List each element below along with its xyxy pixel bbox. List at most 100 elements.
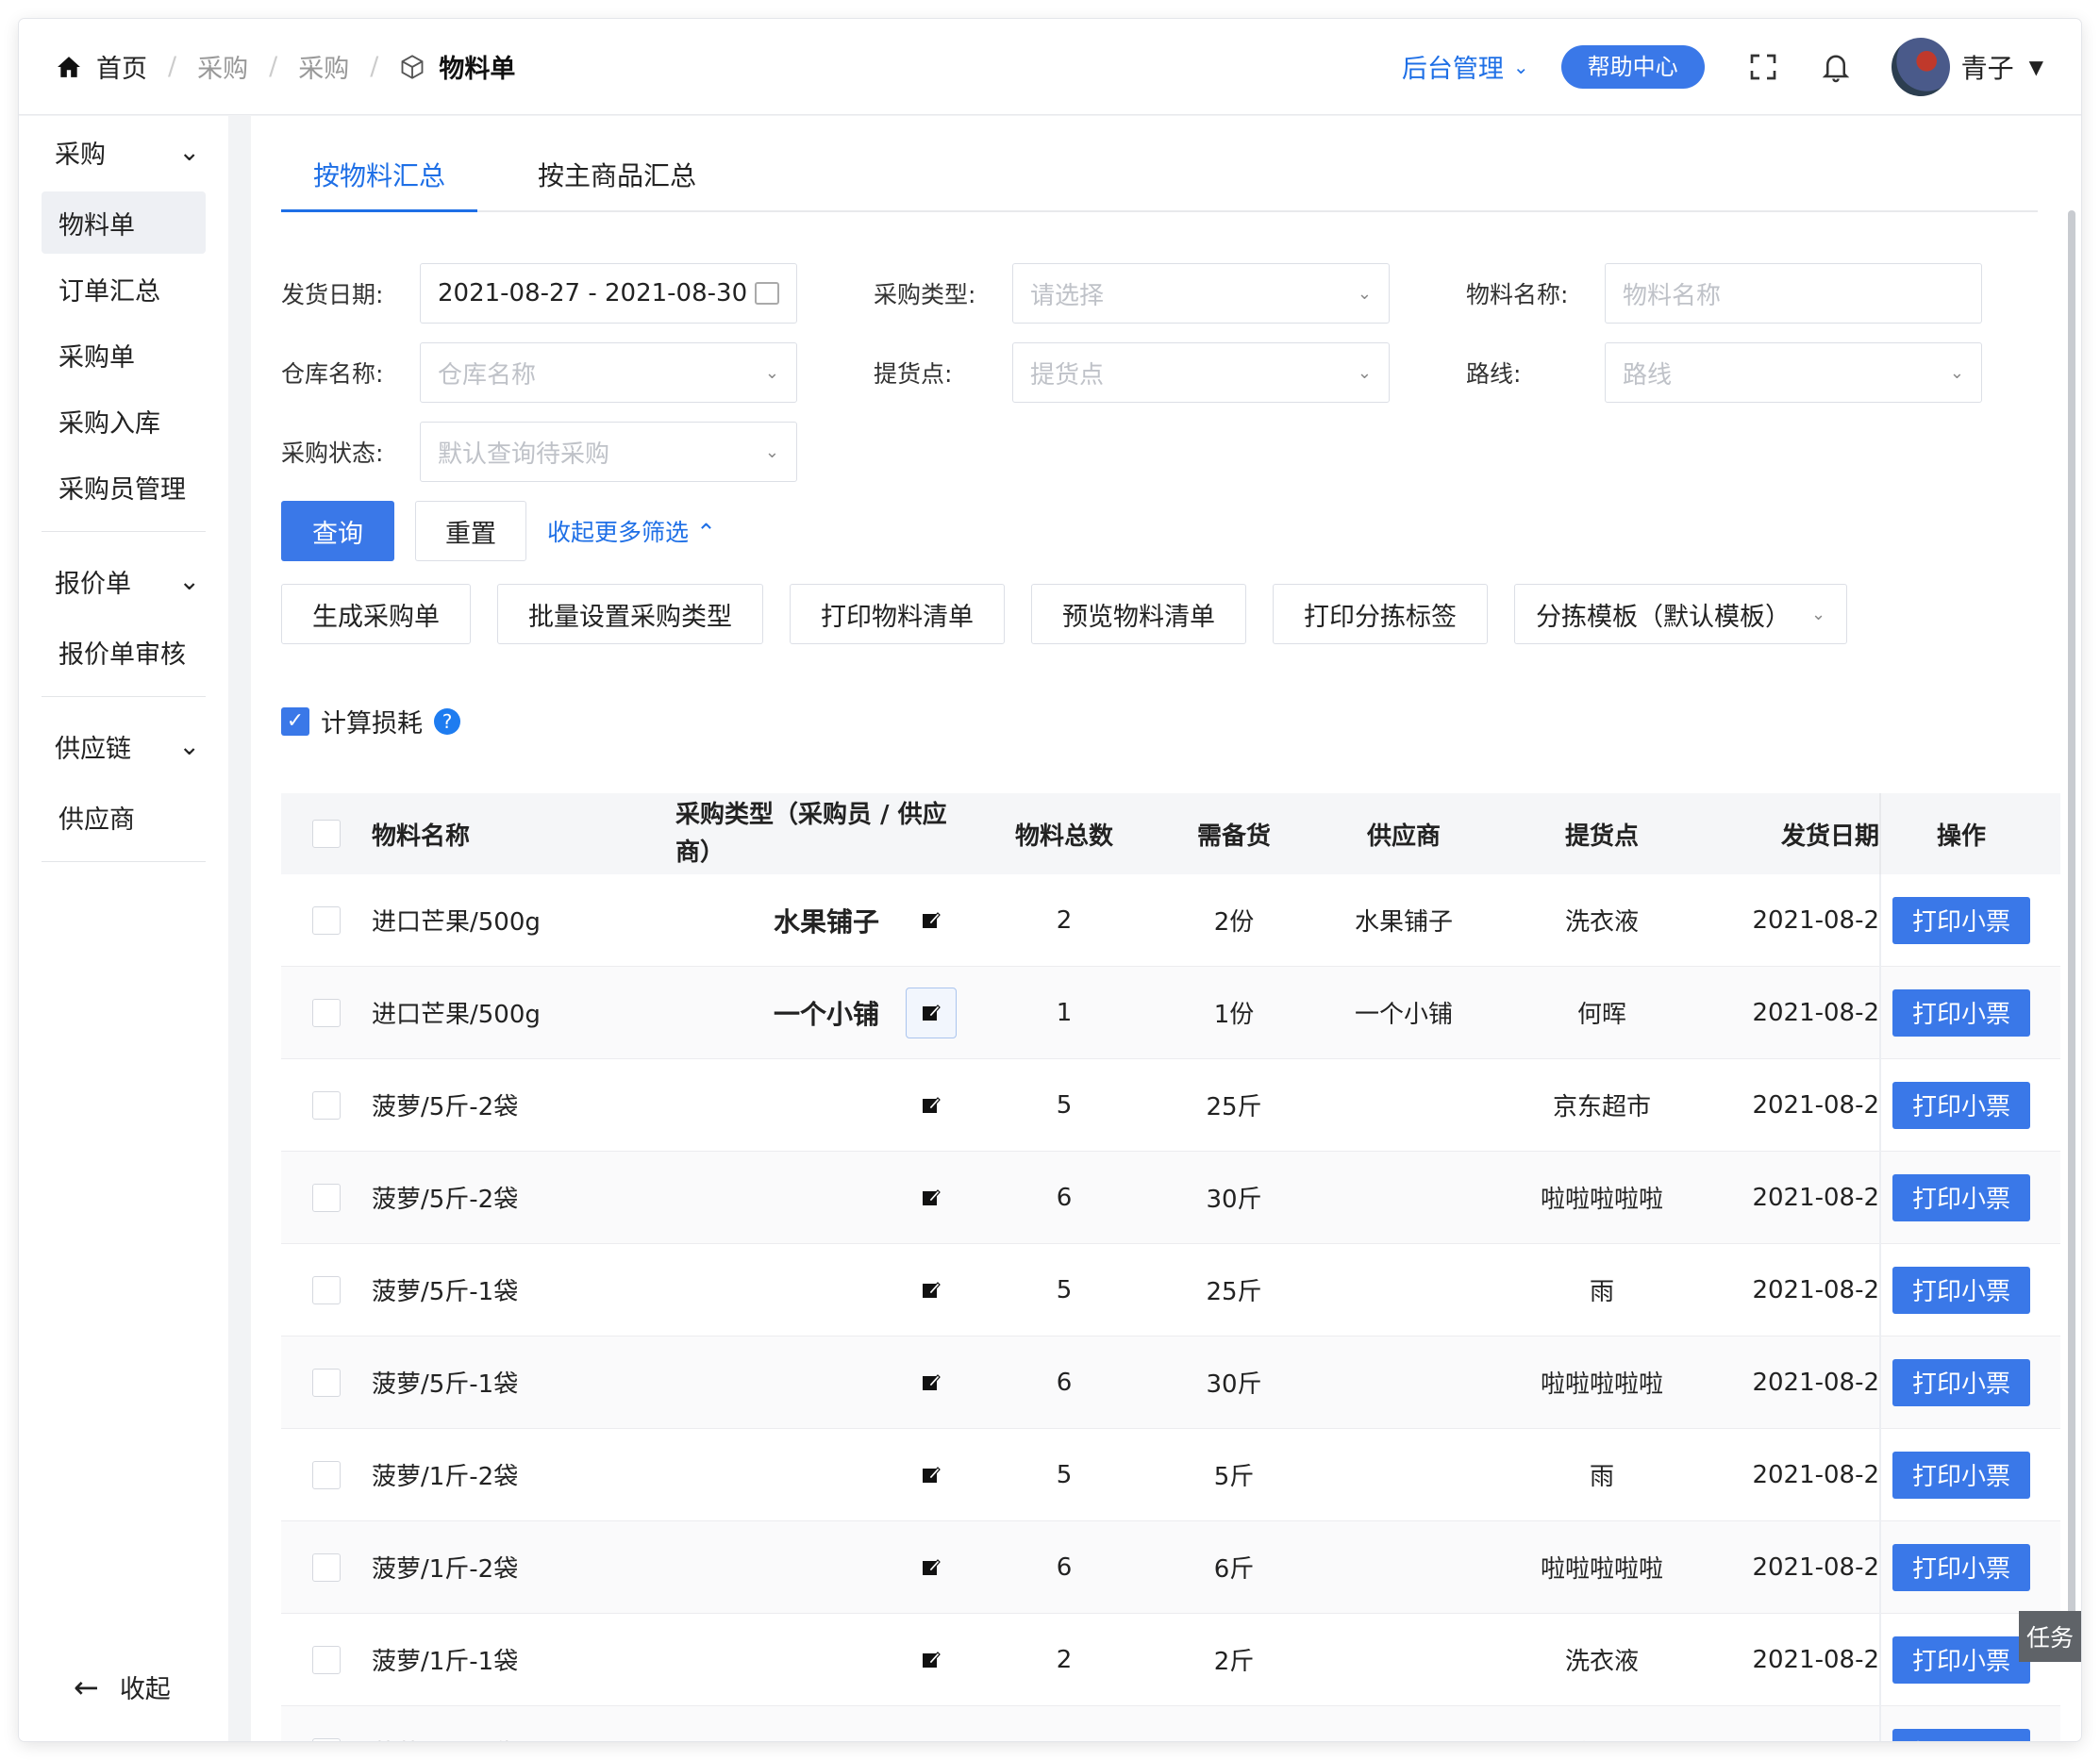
username[interactable]: 青子 [1961, 48, 2014, 86]
row-checkbox[interactable] [312, 1460, 341, 1489]
cell-pickup: 雨 [1589, 1463, 1614, 1491]
print-receipt-button[interactable]: 打印小票 [1892, 1358, 2030, 1406]
edit-icon [923, 1004, 941, 1021]
purchase-type-select[interactable]: 请选择 ⌄ [1012, 263, 1390, 324]
print-receipt-button[interactable]: 打印小票 [1892, 988, 2030, 1037]
row-checkbox[interactable] [312, 1645, 341, 1674]
generate-purchase-order-button[interactable]: 生成采购单 [281, 584, 471, 644]
cell-pickup: 京东超市 [1552, 1093, 1651, 1121]
fullscreen-icon[interactable] [1748, 52, 1778, 82]
vertical-scrollbar[interactable] [2068, 210, 2075, 1625]
row-checkbox[interactable] [312, 998, 341, 1027]
print-receipt-button[interactable]: 打印小票 [1892, 1266, 2030, 1314]
print-receipt-button[interactable]: 打印小票 [1892, 1543, 2030, 1591]
bell-icon[interactable] [1822, 51, 1850, 83]
table-row: 菠萝/5斤-1袋 5 25斤 雨 2021-08-2 打印小票 [281, 1243, 2060, 1337]
print-receipt-button[interactable]: 打印小票 [1892, 1173, 2030, 1221]
task-tab[interactable]: 任务 [2019, 1611, 2081, 1662]
print-receipt-button[interactable]: 打印小票 [1892, 1728, 2030, 1741]
cell-operation: 打印小票 [1879, 1428, 2042, 1521]
admin-menu[interactable]: 后台管理 ⌄ [1402, 48, 1529, 85]
row-checkbox[interactable] [312, 1737, 341, 1741]
sidebar-item-quote-review[interactable]: 报价单审核 [42, 621, 206, 683]
edit-button[interactable] [906, 1727, 957, 1742]
cell-material-name: 菠萝/5斤-1袋 [372, 1278, 519, 1306]
chevron-down-icon: ⌄ [178, 731, 200, 761]
edit-icon [923, 1373, 941, 1390]
row-checkbox[interactable] [312, 1552, 341, 1582]
print-material-list-button[interactable]: 打印物料清单 [790, 584, 1005, 644]
pickup-select[interactable]: 提货点 ⌄ [1012, 342, 1390, 403]
row-checkbox[interactable] [312, 905, 341, 935]
query-button[interactable]: 查询 [281, 501, 394, 561]
edit-icon [923, 1281, 941, 1298]
status-placeholder: 默认查询待采购 [438, 440, 610, 469]
header-right: 后台管理 ⌄ 帮助中心 青子 ▼ [1402, 37, 2043, 96]
status-select[interactable]: 默认查询待采购 ⌄ [420, 422, 797, 482]
sidebar-item-buyer-management[interactable]: 采购员管理 [42, 456, 206, 518]
edit-icon [923, 911, 941, 928]
breadcrumb-level2[interactable]: 采购 [298, 48, 349, 85]
cell-ship-date: 2021-08-2 [1752, 998, 1879, 1027]
print-sort-label-button[interactable]: 打印分拣标签 [1273, 584, 1488, 644]
edit-button[interactable] [906, 1542, 957, 1593]
row-checkbox[interactable] [312, 1275, 341, 1304]
sidebar-collapse-button[interactable]: ← 收起 [74, 1669, 171, 1705]
warehouse-select[interactable]: 仓库名称 ⌄ [420, 342, 797, 403]
warehouse-placeholder: 仓库名称 [438, 360, 537, 390]
select-all-checkbox[interactable] [312, 820, 341, 848]
caret-down-icon[interactable]: ▼ [2029, 56, 2043, 78]
arrow-left-icon: ← [74, 1669, 99, 1705]
row-checkbox[interactable] [312, 1183, 341, 1212]
table-row: 菠萝/5斤-2袋 5 25斤 京东超市 2021-08-2 打印小票 [281, 1058, 2060, 1152]
edit-button[interactable] [906, 1172, 957, 1223]
collapse-filters-link[interactable]: 收起更多筛选 ⌃ [547, 514, 716, 548]
breadcrumb-home[interactable]: 首页 [57, 48, 147, 85]
cell-operation: 打印小票 [1879, 966, 2042, 1059]
batch-set-type-button[interactable]: 批量设置采购类型 [497, 584, 763, 644]
sidebar-item-supplier[interactable]: 供应商 [42, 786, 206, 848]
material-name-label: 物料名称: [1466, 281, 1569, 308]
material-name-input[interactable]: 物料名称 [1605, 263, 1982, 324]
help-center-button[interactable]: 帮助中心 [1560, 44, 1705, 89]
sidebar-item-order-summary[interactable]: 订单汇总 [42, 257, 206, 320]
breadcrumb-level1[interactable]: 采购 [197, 48, 248, 85]
tab-by-main-product[interactable]: 按主商品汇总 [506, 150, 728, 212]
edit-button[interactable] [906, 987, 957, 1038]
cell-ship-date: 2021-08-2 [1715, 1738, 1879, 1742]
cell-material-name: 菠萝/1斤-1袋 [372, 1648, 519, 1676]
print-receipt-button[interactable]: 打印小票 [1892, 896, 2030, 944]
edit-button[interactable] [906, 1265, 957, 1316]
ship-date-range-input[interactable]: 2021-08-27 - 2021-08-30 [420, 263, 797, 324]
cube-icon [401, 54, 424, 79]
sidebar-group-purchase[interactable]: 采购 ⌄ [19, 116, 228, 188]
calc-loss-checkbox[interactable]: ✓ [281, 706, 309, 736]
row-checkbox[interactable] [312, 1090, 341, 1120]
sidebar-item-material[interactable]: 物料单 [42, 191, 206, 254]
print-receipt-button[interactable]: 打印小票 [1892, 1635, 2030, 1684]
reset-button[interactable]: 重置 [415, 501, 526, 561]
collapse-filters-label: 收起更多筛选 [547, 519, 690, 546]
sidebar-item-purchase-order[interactable]: 采购单 [42, 324, 206, 386]
preview-material-list-button[interactable]: 预览物料清单 [1031, 584, 1246, 644]
tab-by-material[interactable]: 按物料汇总 [281, 150, 478, 212]
cell-need: 1份 [1213, 1001, 1255, 1029]
sidebar-item-purchase-inbound[interactable]: 采购入库 [42, 390, 206, 452]
route-select[interactable]: 路线 ⌄ [1605, 342, 1982, 403]
row-checkbox[interactable] [312, 1368, 341, 1397]
sort-template-select[interactable]: 分拣模板（默认模板） ⌄ [1514, 584, 1848, 644]
edit-button[interactable] [906, 1080, 957, 1131]
edit-button[interactable] [906, 895, 957, 946]
header-operation-label: 操作 [1936, 822, 1986, 851]
edit-button[interactable] [906, 1635, 957, 1685]
print-receipt-button[interactable]: 打印小票 [1892, 1451, 2030, 1499]
sidebar-group-quote[interactable]: 报价单 ⌄ [19, 545, 228, 617]
edit-button[interactable] [906, 1450, 957, 1501]
edit-button[interactable] [906, 1357, 957, 1408]
print-receipt-button[interactable]: 打印小票 [1892, 1081, 2030, 1129]
question-icon[interactable]: ? [434, 707, 460, 735]
cell-pickup: 洗衣液 [1564, 908, 1639, 937]
avatar[interactable] [1891, 37, 1950, 96]
sidebar-group-supply-chain[interactable]: 供应链 ⌄ [19, 710, 228, 782]
cell-total: 5 [1056, 1090, 1073, 1120]
